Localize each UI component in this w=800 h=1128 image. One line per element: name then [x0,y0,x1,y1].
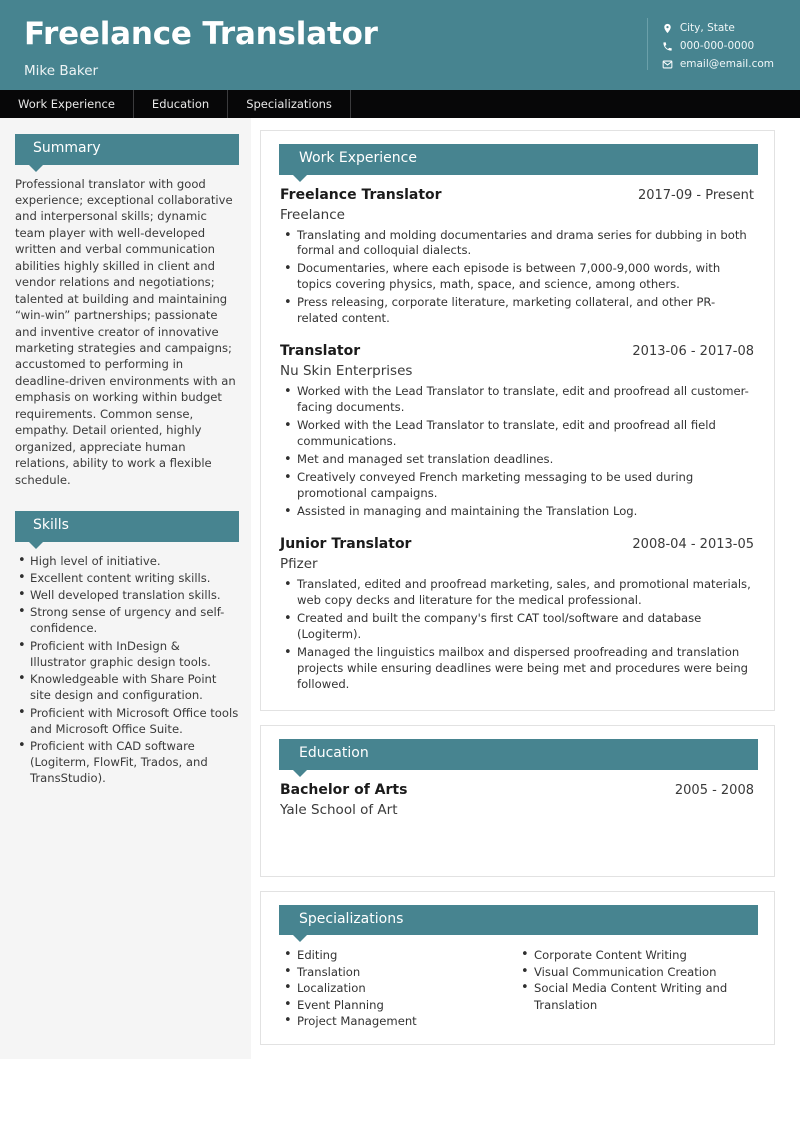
envelope-icon [662,59,673,70]
list-item: Created and built the company's first CA… [280,610,754,643]
work-entry-header: Freelance Translator 2017-09 - Present [280,187,754,203]
job-dates: 2017-09 - Present [637,187,754,203]
contact-location: City, State [662,22,774,34]
header-identity: Freelance Translator Mike Baker [24,14,378,90]
summary-heading: Summary [15,134,239,171]
job-dates: 2013-06 - 2017-08 [632,344,754,360]
contact-phone: 000-000-0000 [662,40,774,52]
main-column: Work Experience Freelance Translator 201… [251,118,800,1060]
skills-heading: Skills [15,511,239,549]
list-item: Proficient with InDesign & Illustrator g… [15,637,239,670]
nav-item-education[interactable]: Education [134,90,229,118]
list-item: Translation [280,963,517,982]
degree-title: Bachelor of Arts [280,781,408,798]
education-entry: Bachelor of Arts 2005 - 2008 Yale School… [274,782,758,818]
specializations-list-right: Corporate Content Writing Visual Communi… [517,946,754,1013]
list-item: Managed the linguistics mailbox and disp… [280,644,754,693]
job-title: Translator [280,343,361,360]
list-item: Social Media Content Writing and Transla… [517,979,754,1013]
work-entry: Translator 2013-06 - 2017-08 Nu Skin Ent… [274,343,758,521]
work-entry-header: Translator 2013-06 - 2017-08 [280,343,754,359]
list-item: Assisted in managing and maintaining the… [280,503,754,521]
list-item: Proficient with CAD software (Logiterm, … [15,737,239,787]
specializations-list-left: Editing Translation Localization Event P… [280,946,517,1031]
job-title: Junior Translator [280,536,412,553]
list-item: Creatively conveyed French marketing mes… [280,469,754,502]
nav-item-work-experience[interactable]: Work Experience [0,90,134,118]
education-card: Education Bachelor of Arts 2005 - 2008 Y… [260,725,775,877]
resume-body: Summary Professional translator with goo… [0,118,800,1060]
candidate-name: Mike Baker [24,62,99,79]
list-item: Documentaries, where each episode is bet… [280,260,754,293]
degree-dates: 2005 - 2008 [674,782,754,798]
list-item: Proficient with Microsoft Office tools a… [15,704,239,737]
list-item: Corporate Content Writing [517,946,754,965]
list-item: Well developed translation skills. [15,586,239,604]
specializations-column-left: Editing Translation Localization Event P… [280,946,517,1031]
list-item: Press releasing, corporate literature, m… [280,294,754,327]
nav-item-specializations[interactable]: Specializations [228,90,351,118]
list-item: Worked with the Lead Translator to trans… [280,417,754,450]
list-item: Translating and molding documentaries an… [280,227,754,260]
work-entry-header: Junior Translator 2008-04 - 2013-05 [280,536,754,552]
list-item: Event Planning [280,996,517,1015]
job-organization: Pfizer [280,556,318,573]
work-experience-heading: Work Experience [279,144,758,181]
specializations-column-right: Corporate Content Writing Visual Communi… [517,946,754,1029]
list-item: Localization [280,979,517,998]
summary-text: Professional translator with good experi… [15,176,236,487]
resume-header: Freelance Translator Mike Baker City, St… [0,0,800,90]
contact-email: email@email.com [662,58,774,70]
contact-block: City, State 000-000-0000 email@email.com [646,18,780,70]
job-bullets: Worked with the Lead Translator to trans… [280,383,754,521]
education-heading: Education [279,739,758,777]
contact-phone-text: 000-000-0000 [679,40,755,52]
location-pin-icon [662,23,673,34]
page-title: Freelance Translator [24,16,378,52]
list-item: Editing [280,946,517,965]
job-title: Freelance Translator [280,186,442,203]
list-item: Worked with the Lead Translator to trans… [280,383,754,416]
job-organization: Freelance [280,206,345,223]
skills-section: Skills High level of initiative. Excelle… [15,511,239,787]
school-name: Yale School of Art [280,801,398,818]
skills-list: High level of initiative. Excellent cont… [15,552,239,787]
work-entry: Freelance Translator 2017-09 - Present F… [274,187,758,328]
summary-section: Summary Professional translator with goo… [15,134,239,488]
resume-document: Freelance Translator Mike Baker City, St… [0,0,800,1128]
list-item: Excellent content writing skills. [15,569,239,587]
specializations-heading: Specializations [279,904,758,942]
list-item: Visual Communication Creation [517,963,754,982]
sidebar: Summary Professional translator with goo… [0,118,251,1060]
job-organization: Nu Skin Enterprises [280,363,413,380]
list-item: Met and managed set translation deadline… [280,451,754,469]
specializations-columns: Editing Translation Localization Event P… [274,946,758,1031]
phone-icon [662,41,673,52]
list-item: Knowledgeable with Share Point site desi… [15,670,239,703]
job-dates: 2008-04 - 2013-05 [632,537,754,553]
contact-location-text: City, State [679,22,735,34]
job-bullets: Translating and molding documentaries an… [280,227,754,328]
education-card-inner: Education Bachelor of Arts 2005 - 2008 Y… [274,739,758,861]
specializations-card: Specializations Editing Translation Loca… [260,890,775,1046]
contact-email-text: email@email.com [679,58,774,70]
list-item: Project Management [280,1012,517,1031]
list-item: Strong sense of urgency and self-confide… [15,603,239,636]
work-experience-card: Work Experience Freelance Translator 201… [260,130,775,712]
education-entry-header: Bachelor of Arts 2005 - 2008 [280,782,754,798]
list-item: Translated, edited and proofread marketi… [280,576,754,609]
job-bullets: Translated, edited and proofread marketi… [280,576,754,693]
section-navbar: Work Experience Education Specialization… [0,90,800,118]
work-entry: Junior Translator 2008-04 - 2013-05 Pfiz… [274,536,758,693]
list-item: High level of initiative. [15,552,239,570]
